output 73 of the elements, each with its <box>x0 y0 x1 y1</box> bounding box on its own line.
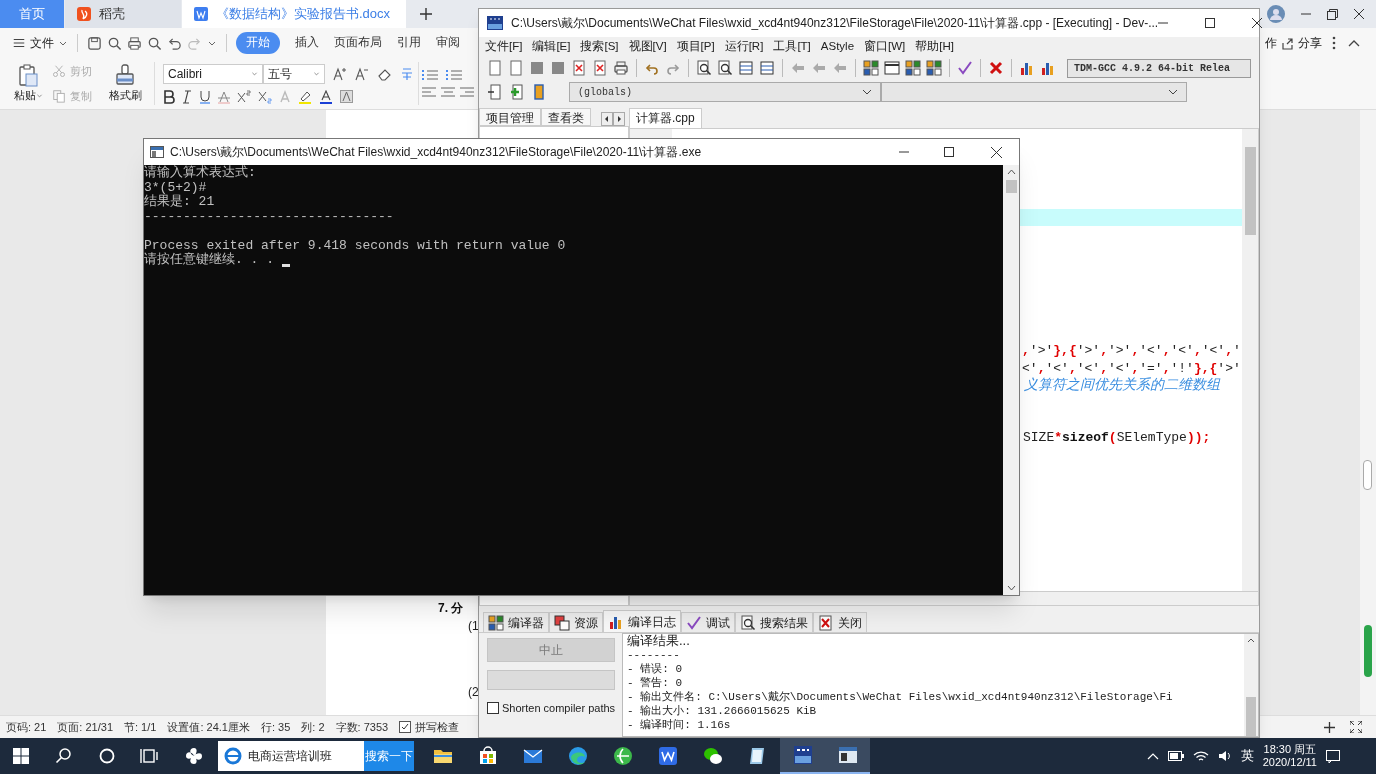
log-line: -------- <box>627 648 681 662</box>
document-text: (1 <box>468 618 479 635</box>
panel-tab[interactable]: 查看类 <box>541 108 591 126</box>
menu-item[interactable]: 文件[F] <box>485 37 523 56</box>
console-text: 3*(5+2)# <box>144 180 207 195</box>
tab[interactable]: 《数据结构》实验报告书.docx <box>182 0 406 28</box>
ribbon-tab[interactable]: 引用 <box>397 34 421 52</box>
window-title: C:\Users\戴尔\Documents\WeChat Files\wxid_xcd4nt940nz312\FileStorage\File\2020-11\计算器.cpp - [Executing] - Dev-... <box>511 15 1159 32</box>
status-text: 行: 35 <box>260 719 291 735</box>
log-line: - 输出文件名: C:\Users\戴尔\Documents\WeChat Files\wxid_xcd4nt940nz312\FileStorage\Fi <box>627 690 1174 704</box>
console-text: 请按任意键继续. . . <box>144 253 274 268</box>
status-text: 列: 2 <box>301 719 325 735</box>
paste-button[interactable]: 粘贴 <box>13 87 36 104</box>
menu-item[interactable]: 编辑[E] <box>532 37 571 56</box>
bottom-tab[interactable]: 编译日志 <box>603 610 681 632</box>
editor-tab[interactable]: 计算器.cpp <box>629 108 702 128</box>
status-text: 设置值: 24.1厘米 <box>167 719 250 735</box>
menu-item[interactable]: 帮助[H] <box>915 37 954 56</box>
menu-item[interactable]: 搜索[S] <box>580 37 619 56</box>
code-line: ,'>'},{'>','>','<','<','<',' <box>1022 341 1241 360</box>
search-text: 电商运营培训班 <box>248 748 332 765</box>
tab[interactable]: 稻壳 <box>65 0 181 28</box>
checkbox-label: Shorten compiler paths <box>502 701 616 716</box>
bottom-tab[interactable]: 搜索结果 <box>735 612 813 632</box>
ribbon-tab[interactable]: 页面布局 <box>334 34 382 52</box>
font-size-field[interactable]: 五号 <box>263 63 325 84</box>
share-button[interactable]: 分享 <box>1298 34 1322 52</box>
code-line: <','<','<','<','=','!'},{'>' <box>1022 359 1241 377</box>
collab-button[interactable]: 作 <box>1265 34 1277 52</box>
search-button[interactable]: 搜索一下 <box>364 741 414 771</box>
log-line: - 错误: 0 <box>627 662 683 676</box>
console-text: 请输入算术表达式: <box>144 166 256 181</box>
input-method-indicator[interactable]: 英 <box>1240 746 1254 766</box>
status-text: 页码: 21 <box>6 719 47 735</box>
bottom-tab[interactable]: 资源 <box>549 612 603 632</box>
status-text: 页面: 21/31 <box>57 719 113 735</box>
format-painter-button[interactable]: 格式刷 <box>108 87 142 104</box>
compiler-selector[interactable]: TDM-GCC 4.9.2 64-bit Relea <box>1067 58 1251 78</box>
spell-check-button[interactable]: 拼写检查 <box>415 718 460 736</box>
font-value: Calibri <box>168 65 202 83</box>
status-text: 节: 1/1 <box>124 719 157 735</box>
bottom-tab[interactable]: 关闭 <box>813 612 867 632</box>
console-text: 结果是: 21 <box>144 195 215 210</box>
status-text: 字数: 7353 <box>335 719 389 735</box>
menu-item[interactable]: 视图[V] <box>628 37 667 56</box>
log-line: - 输出大小: 131.2666015625 KiB <box>627 704 818 718</box>
document-text: 7. 分 <box>438 600 464 617</box>
ribbon-tab[interactable]: 审阅 <box>436 34 460 52</box>
panel-tab[interactable]: 项目管理 <box>479 108 541 126</box>
ribbon-tab[interactable]: 插入 <box>295 34 319 52</box>
log-line: - 警告: 0 <box>627 676 683 690</box>
menu-item[interactable]: 窗口[W] <box>864 37 906 56</box>
log-line: 编译结果... <box>627 634 691 648</box>
scope-dropdown[interactable]: (globals) <box>569 82 881 102</box>
console-text: -------------------------------- <box>144 209 394 224</box>
menu-item[interactable]: 工具[T] <box>773 37 811 56</box>
bottom-tab[interactable]: 编译器 <box>483 612 549 632</box>
menu-item[interactable]: 运行[R] <box>724 37 764 56</box>
font-field[interactable]: Calibri <box>163 63 263 84</box>
menu-item[interactable]: 项目[P] <box>676 37 715 56</box>
document-text: (2 <box>468 684 479 701</box>
code-comment: 义算符之间优先关系的二维数组 <box>1024 376 1220 395</box>
menu-item[interactable]: AStyle <box>820 37 855 56</box>
console-text: Process exited after 9.418 seconds with return value 0 <box>144 238 566 253</box>
log-line: - 编译时间: 1.16s <box>627 718 732 732</box>
bottom-tab[interactable]: 调试 <box>681 612 735 632</box>
code-line: SIZE*sizeof(SElemType)); <box>1023 428 1211 447</box>
clock-date[interactable]: 2020/12/11 <box>1262 756 1317 769</box>
font-size-value: 五号 <box>268 65 292 83</box>
clock-time[interactable]: 18:30 周五 <box>1263 743 1317 756</box>
search-field[interactable]: 电商运营培训班 <box>218 741 364 771</box>
file-menu[interactable]: 文件 <box>30 34 54 52</box>
window-title: C:\Users\戴尔\Documents\WeChat Files\wxid_xcd4nt940nz312\FileStorage\File\2020-11\计算器.exe <box>170 144 702 161</box>
